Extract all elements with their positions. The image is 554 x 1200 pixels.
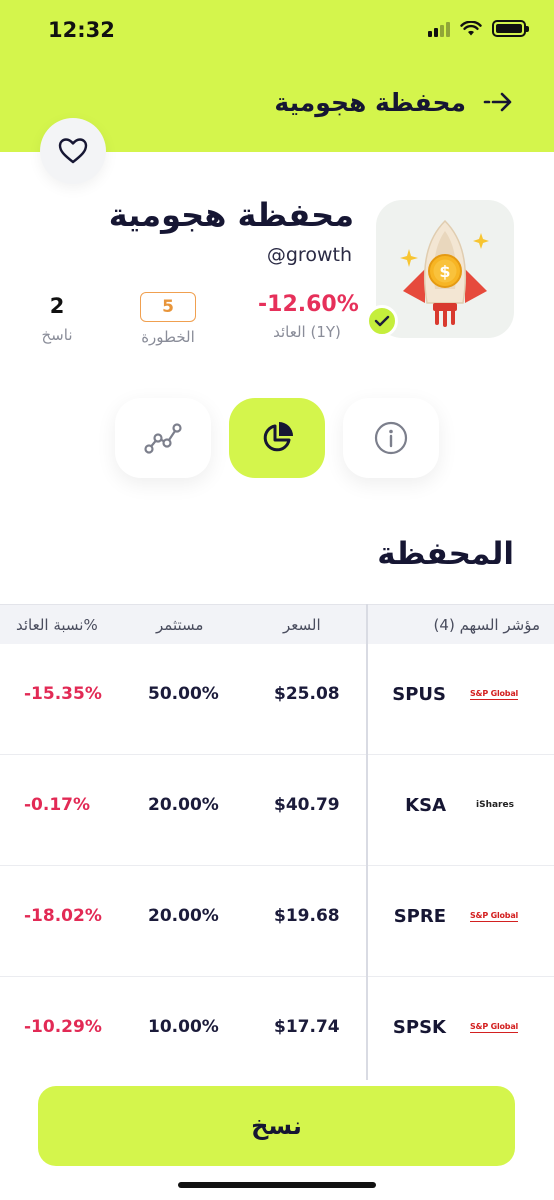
copiers-value: 2 bbox=[49, 294, 65, 318]
arrow-right-icon bbox=[483, 92, 512, 112]
risk-label: الخطورة bbox=[141, 328, 195, 346]
check-icon bbox=[374, 315, 390, 327]
status-time: 12:32 bbox=[48, 18, 115, 42]
svg-text:$: $ bbox=[439, 262, 450, 281]
status-icons bbox=[428, 20, 529, 37]
section-title: المحفظة bbox=[377, 536, 514, 572]
info-icon bbox=[374, 421, 408, 455]
table-row[interactable]: S&P Global SPRE $19.68 20.00% -18.02% bbox=[0, 866, 554, 977]
column-divider bbox=[366, 604, 368, 1080]
row-ticker: SPSK bbox=[392, 1017, 446, 1038]
portfolio-handle: @growth bbox=[266, 244, 352, 266]
table-row[interactable]: iShares KSA $40.79 20.00% -0.17% bbox=[0, 755, 554, 866]
return-stat: -12.60% العائد (1Y) bbox=[258, 292, 359, 341]
row-logo: S&P Global bbox=[470, 911, 519, 922]
verified-badge bbox=[366, 305, 398, 337]
page-title: محفظة هجومية bbox=[274, 87, 466, 117]
holdings-table: مؤشر السهم (4) السعر مستثمر نسبة العائد%… bbox=[0, 604, 554, 1080]
home-indicator bbox=[178, 1182, 376, 1188]
risk-stat: 5 الخطورة bbox=[136, 292, 200, 346]
risk-value: 5 bbox=[140, 292, 196, 322]
line-chart-icon bbox=[144, 423, 182, 454]
return-label: العائد (1Y) bbox=[273, 323, 341, 341]
row-ticker: SPRE bbox=[393, 906, 446, 927]
header-return: نسبة العائد% bbox=[16, 616, 98, 634]
nav-bar: محفظة هجومية bbox=[274, 86, 514, 118]
favorite-button[interactable] bbox=[40, 118, 106, 184]
table-row[interactable]: S&P Global SPSK $17.74 10.00% -10.29% bbox=[0, 977, 554, 1088]
row-return: -10.29% bbox=[24, 1017, 102, 1037]
row-logo: iShares bbox=[476, 800, 514, 810]
signal-icon bbox=[428, 21, 450, 37]
return-value: -12.60% bbox=[258, 292, 359, 317]
row-invested: 20.00% bbox=[148, 906, 219, 926]
heart-icon bbox=[58, 138, 88, 164]
tab-performance-chart[interactable] bbox=[115, 398, 211, 478]
wifi-icon bbox=[460, 20, 482, 35]
row-return: -0.17% bbox=[24, 795, 91, 815]
row-return: -18.02% bbox=[24, 906, 102, 926]
pie-chart-icon bbox=[263, 422, 293, 452]
tab-info[interactable] bbox=[343, 398, 439, 478]
rocket-coin-icon: $ bbox=[400, 219, 489, 327]
back-button[interactable] bbox=[482, 86, 514, 118]
row-invested: 10.00% bbox=[148, 1017, 219, 1037]
portfolio-name: محفظة هجومية bbox=[108, 196, 354, 234]
copiers-stat: 2 ناسخ bbox=[22, 294, 92, 344]
tab-allocation-pie[interactable] bbox=[229, 398, 325, 478]
battery-icon bbox=[492, 20, 529, 37]
row-logo: S&P Global bbox=[470, 1022, 519, 1033]
row-return: -15.35% bbox=[24, 684, 102, 704]
row-invested: 50.00% bbox=[148, 684, 219, 704]
table-row[interactable]: S&P Global SPUS $25.08 50.00% -15.35% bbox=[0, 644, 554, 755]
header-ticker: مؤشر السهم (4) bbox=[433, 616, 540, 634]
copy-button[interactable]: نسخ bbox=[38, 1086, 515, 1166]
header-invested: مستثمر bbox=[156, 616, 204, 634]
row-ticker: SPUS bbox=[392, 684, 446, 705]
table-header: مؤشر السهم (4) السعر مستثمر نسبة العائد% bbox=[0, 604, 554, 644]
row-logo: S&P Global bbox=[470, 689, 519, 700]
row-ticker: KSA bbox=[405, 795, 446, 816]
row-price: $40.79 bbox=[274, 795, 340, 815]
row-price: $17.74 bbox=[274, 1017, 340, 1037]
header-price: السعر bbox=[283, 616, 321, 634]
copiers-label: ناسخ bbox=[41, 326, 73, 344]
row-invested: 20.00% bbox=[148, 795, 219, 815]
row-price: $25.08 bbox=[274, 684, 340, 704]
row-price: $19.68 bbox=[274, 906, 340, 926]
